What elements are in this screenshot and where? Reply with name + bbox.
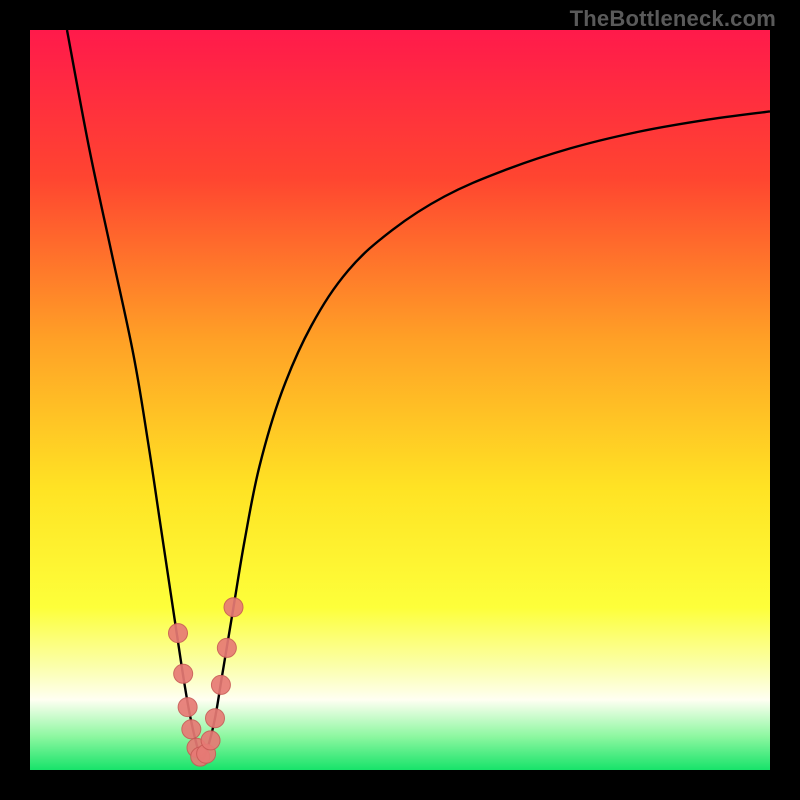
marker-point: [178, 698, 197, 717]
marker-point: [182, 720, 201, 739]
marker-point: [211, 675, 230, 694]
marker-point: [169, 624, 188, 643]
outer-frame: TheBottleneck.com: [0, 0, 800, 800]
marker-point: [201, 731, 220, 750]
marker-point: [217, 638, 236, 657]
marker-point: [174, 664, 193, 683]
marker-point: [206, 709, 225, 728]
plot-area: [30, 30, 770, 770]
marker-point: [224, 598, 243, 617]
watermark-text: TheBottleneck.com: [570, 6, 776, 32]
bottleneck-chart: [30, 30, 770, 770]
